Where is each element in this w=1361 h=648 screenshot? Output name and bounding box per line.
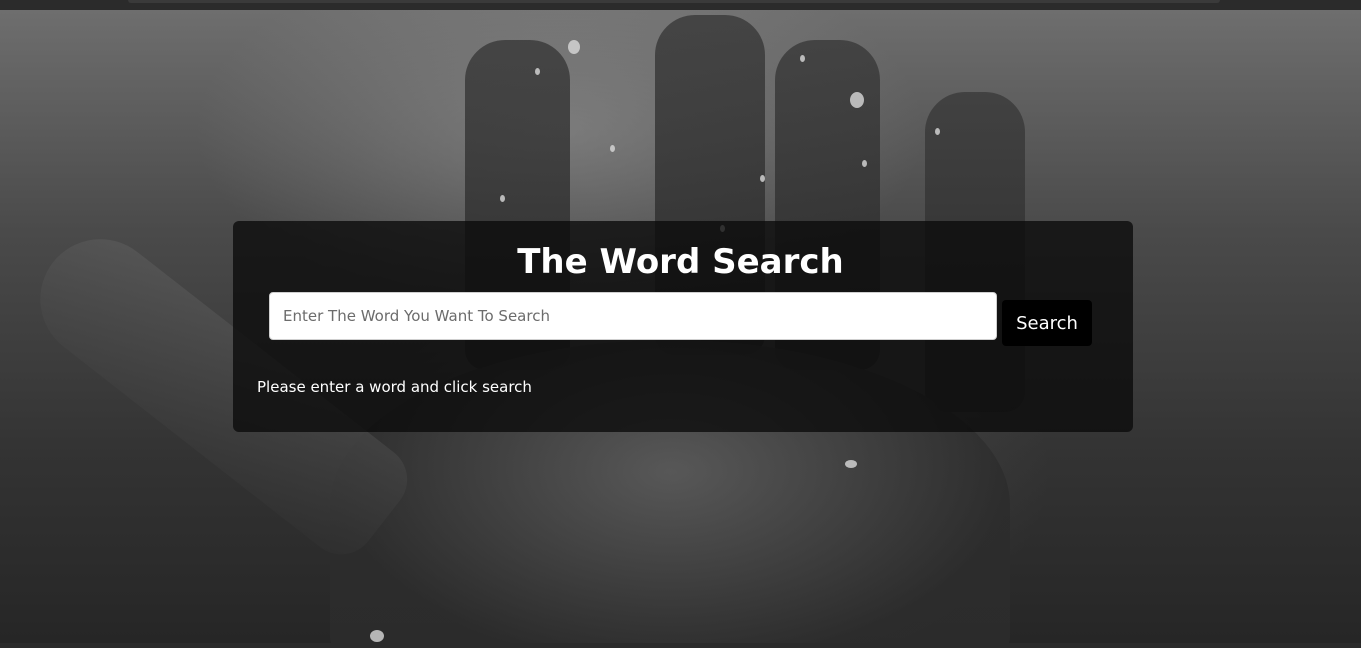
water-drop <box>535 68 540 75</box>
water-drop <box>568 40 580 54</box>
search-input[interactable] <box>269 292 997 340</box>
water-drop <box>500 195 505 202</box>
water-drop <box>800 55 805 62</box>
water-drop <box>845 460 857 468</box>
water-drop <box>760 175 765 182</box>
water-drop <box>850 92 864 108</box>
page: The Word Search Search Please enter a wo… <box>0 0 1361 648</box>
water-drop <box>610 145 615 152</box>
browser-bottom-bar <box>0 643 1361 648</box>
browser-top-bar <box>0 0 1361 10</box>
browser-top-bar-edge <box>128 0 1220 3</box>
water-drop <box>862 160 867 167</box>
page-title: The Word Search <box>517 242 844 282</box>
search-button[interactable]: Search <box>1002 300 1092 346</box>
status-message: Please enter a word and click search <box>257 378 532 396</box>
water-drop <box>370 630 384 642</box>
water-drop <box>935 128 940 135</box>
